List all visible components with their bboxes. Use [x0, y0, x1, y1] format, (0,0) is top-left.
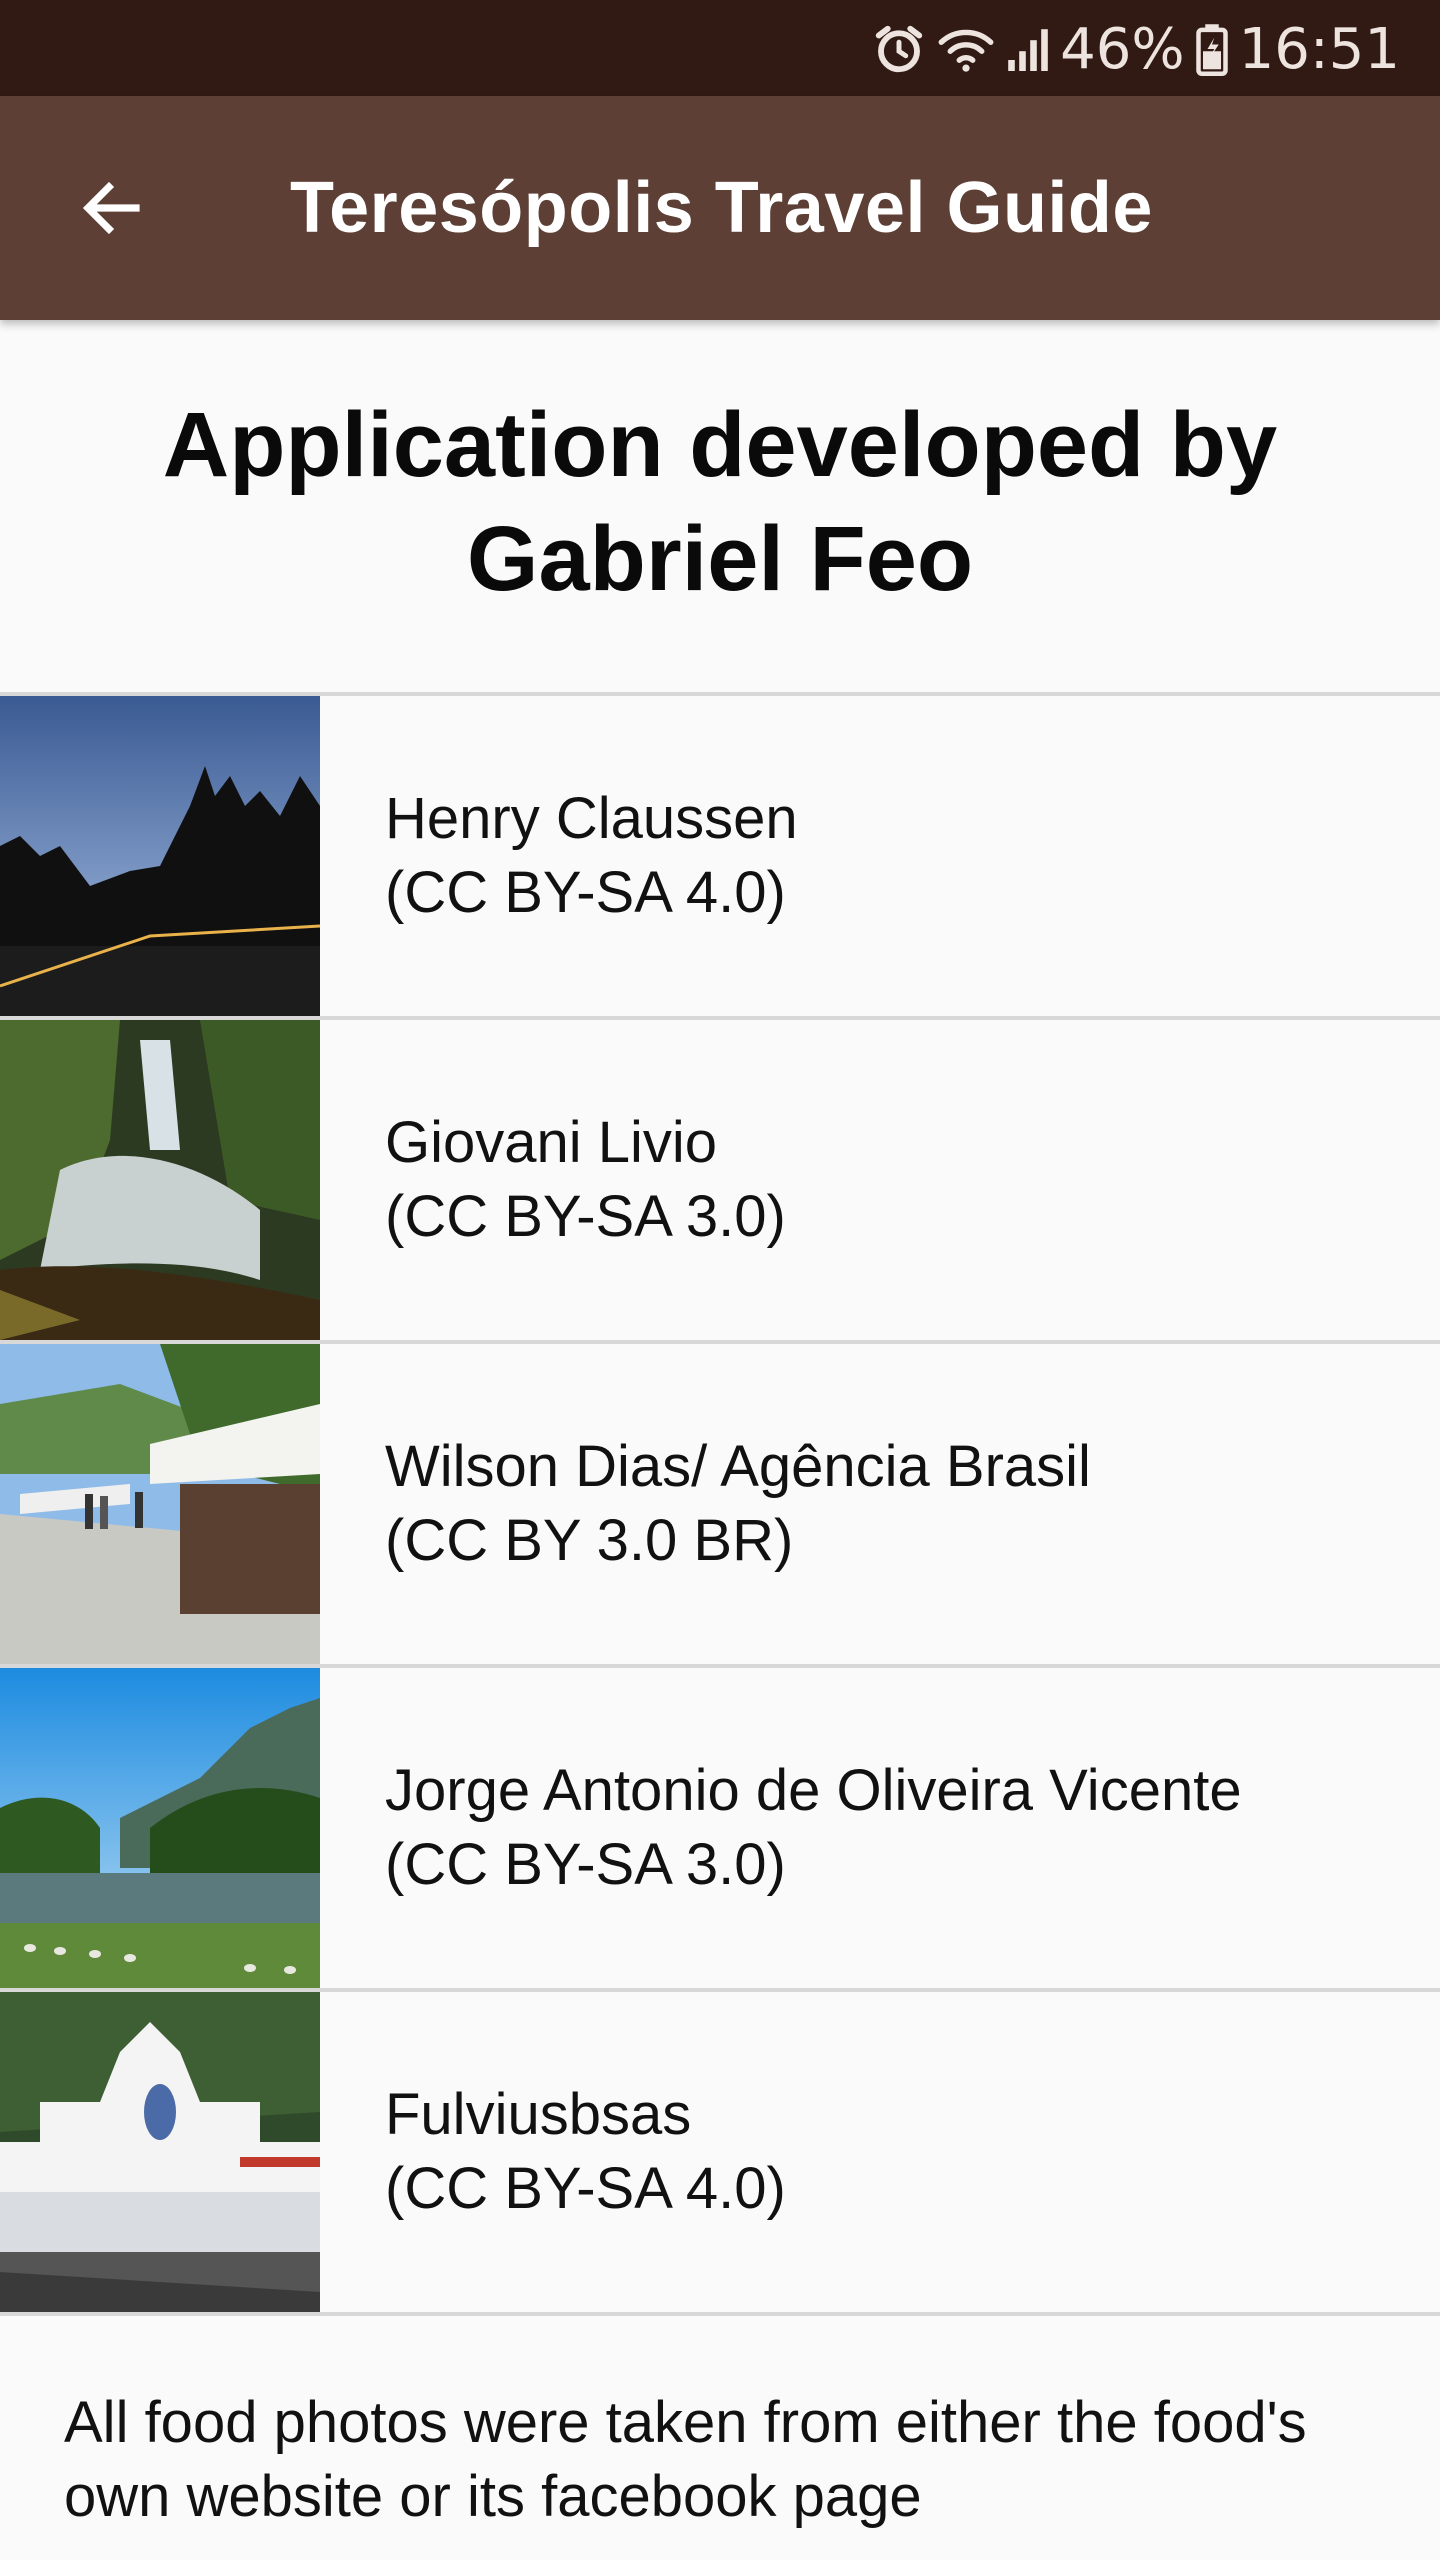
- app-title: Teresópolis Travel Guide: [290, 168, 1153, 248]
- list-item: Fulviusbsas (CC BY-SA 4.0): [0, 1992, 1440, 2312]
- battery-percent: 46%: [1060, 16, 1185, 82]
- clock: 16:51: [1238, 16, 1400, 82]
- credit-text: Fulviusbsas (CC BY-SA 4.0): [385, 2078, 786, 2226]
- credit-license: (CC BY-SA 3.0): [385, 1184, 786, 1249]
- credit-author: Jorge Antonio de Oliveira Vicente: [385, 1758, 1242, 1823]
- photo-thumbnail: [0, 1992, 320, 2312]
- credit-license: (CC BY 3.0 BR): [385, 1508, 794, 1573]
- credit-license: (CC BY-SA 3.0): [385, 1832, 786, 1897]
- photo-thumbnail: [0, 696, 320, 1016]
- back-button[interactable]: [56, 152, 168, 264]
- list-item: Henry Claussen (CC BY-SA 4.0): [0, 696, 1440, 1016]
- page-heading: Application developed by Gabriel Feo: [0, 388, 1440, 616]
- wifi-icon: [936, 22, 996, 76]
- list-item: Giovani Livio (CC BY-SA 3.0): [0, 1020, 1440, 1340]
- status-icons: 46% 16:51: [872, 14, 1400, 84]
- status-bar: 46% 16:51: [0, 0, 1440, 96]
- credit-license: (CC BY-SA 4.0): [385, 2156, 786, 2221]
- app-bar: Teresópolis Travel Guide: [0, 96, 1440, 320]
- credit-text: Wilson Dias/ Agência Brasil (CC BY 3.0 B…: [385, 1430, 1091, 1578]
- list-item: Jorge Antonio de Oliveira Vicente (CC BY…: [0, 1668, 1440, 1988]
- credit-license: (CC BY-SA 4.0): [385, 860, 786, 925]
- credit-author: Wilson Dias/ Agência Brasil: [385, 1434, 1091, 1499]
- arrow-left-icon: [82, 181, 140, 235]
- list-item: Wilson Dias/ Agência Brasil (CC BY 3.0 B…: [0, 1344, 1440, 1664]
- credit-author: Henry Claussen: [385, 786, 798, 851]
- divider: [0, 2312, 1440, 2316]
- credit-text: Jorge Antonio de Oliveira Vicente (CC BY…: [385, 1754, 1242, 1902]
- credit-text: Henry Claussen (CC BY-SA 4.0): [385, 782, 798, 930]
- alarm-icon: [872, 22, 926, 76]
- footer-note: All food photos were taken from either t…: [64, 2390, 1307, 2529]
- heading-line-2: Gabriel Feo: [466, 508, 974, 610]
- photo-thumbnail: [0, 1020, 320, 1340]
- credit-text: Giovani Livio (CC BY-SA 3.0): [385, 1106, 786, 1254]
- credit-author: Giovani Livio: [385, 1110, 718, 1175]
- heading-line-1: Application developed by: [162, 394, 1278, 496]
- photo-thumbnail: [0, 1668, 320, 1988]
- photo-thumbnail: [0, 1344, 320, 1664]
- credit-author: Fulviusbsas: [385, 2082, 692, 2147]
- battery-icon: [1195, 22, 1229, 76]
- signal-icon: [1006, 22, 1050, 76]
